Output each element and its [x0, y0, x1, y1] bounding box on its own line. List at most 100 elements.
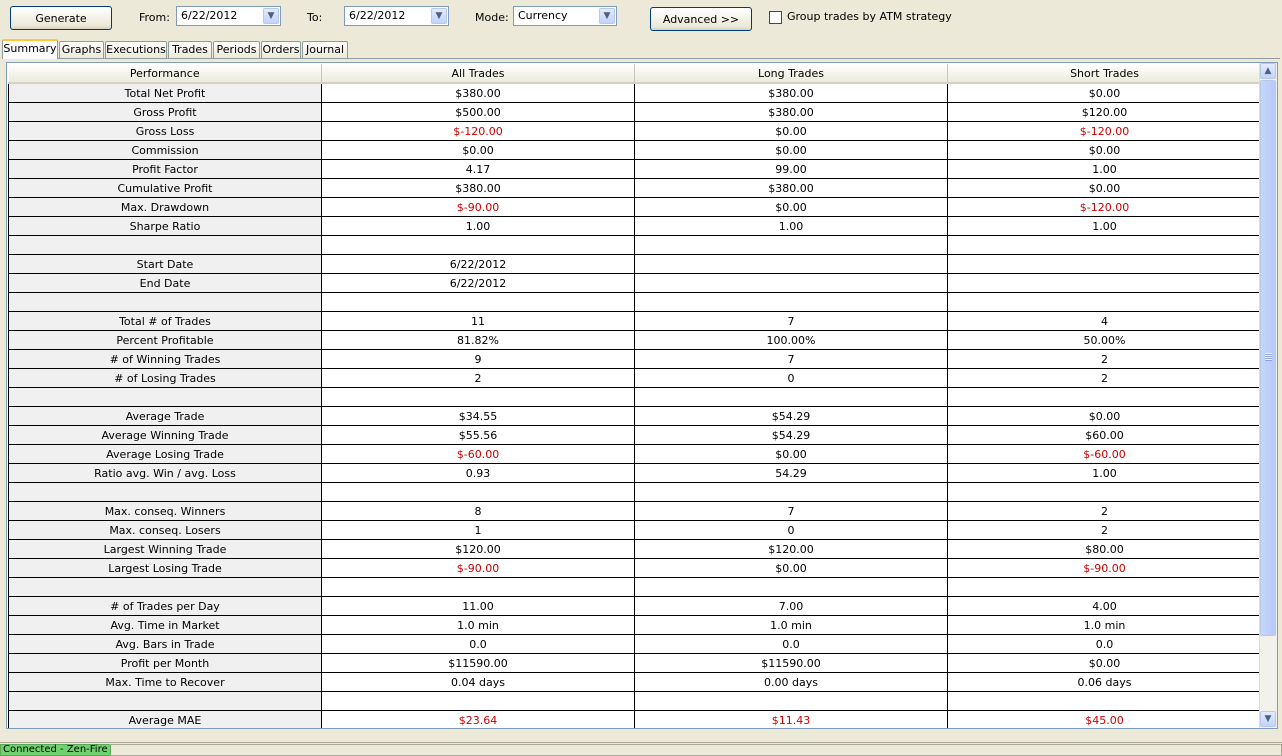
table-row[interactable]: [8, 691, 1262, 711]
mode-label: Mode:: [475, 11, 509, 24]
scroll-down-icon[interactable]: ▼: [1260, 711, 1276, 727]
table-cell: 1.0 min: [321, 615, 635, 635]
tab-graphs[interactable]: Graphs: [59, 41, 104, 58]
table-row[interactable]: Percent Profitable 81.82% 100.00% 50.00%: [8, 330, 1262, 350]
table-cell: [634, 577, 948, 597]
column-header-long-trades[interactable]: Long Trades: [634, 64, 948, 84]
table-row[interactable]: Ratio avg. Win / avg. Loss 0.93 54.29 1.00: [8, 463, 1262, 483]
row-label: Average Losing Trade: [8, 444, 322, 464]
table-cell: [321, 691, 635, 711]
scroll-up-icon[interactable]: ▲: [1260, 63, 1276, 79]
table-row[interactable]: Max. Drawdown $-90.00 $0.00 $-120.00: [8, 197, 1262, 217]
table-cell: [634, 273, 948, 293]
table-cell: 1: [321, 520, 635, 540]
mode-select[interactable]: Currency ▼: [513, 6, 617, 26]
mode-value: Currency: [518, 9, 568, 22]
table-cell: $0.00: [634, 444, 948, 464]
row-label: End Date: [8, 273, 322, 293]
table-row[interactable]: Commission $0.00 $0.00 $0.00: [8, 140, 1262, 160]
table-row[interactable]: Max. conseq. Winners 8 7 2: [8, 501, 1262, 521]
table-row[interactable]: [8, 577, 1262, 597]
table-row[interactable]: Largest Losing Trade $-90.00 $0.00 $-90.00: [8, 558, 1262, 578]
table-cell: $-60.00: [321, 444, 635, 464]
table-cell: 7: [634, 349, 948, 369]
table-cell: [321, 387, 635, 407]
chevron-down-icon[interactable]: ▼: [431, 8, 447, 24]
table-row[interactable]: Max. Time to Recover 0.04 days 0.00 days 0.…: [8, 672, 1262, 692]
row-label: Largest Losing Trade: [8, 558, 322, 578]
generate-button[interactable]: Generate: [10, 6, 112, 30]
tab-orders[interactable]: Orders: [261, 41, 301, 58]
table-row[interactable]: Profit per Month $11590.00 $11590.00 $0.00: [8, 653, 1262, 673]
table-row[interactable]: Start Date 6/22/2012: [8, 254, 1262, 274]
scrollbar-thumb[interactable]: [1260, 80, 1276, 636]
advanced-button[interactable]: Advanced >>: [650, 7, 752, 31]
tab-periods[interactable]: Periods: [213, 41, 260, 58]
table-row[interactable]: Sharpe Ratio 1.00 1.00 1.00: [8, 216, 1262, 236]
from-date-picker[interactable]: 6/22/2012 ▼: [176, 6, 281, 26]
table-row[interactable]: # of Losing Trades 2 0 2: [8, 368, 1262, 388]
table-cell: $54.29: [634, 406, 948, 426]
row-label: Gross Profit: [8, 102, 322, 122]
table-cell: $-90.00: [321, 558, 635, 578]
table-cell: [634, 254, 948, 274]
table-cell: [947, 577, 1262, 597]
vertical-scrollbar[interactable]: ▲ ▼: [1259, 63, 1277, 728]
table-cell: 2: [947, 520, 1262, 540]
chevron-down-icon[interactable]: ▼: [263, 8, 279, 24]
row-label: Average Trade: [8, 406, 322, 426]
table-row[interactable]: Total Net Profit $380.00 $380.00 $0.00: [8, 82, 1262, 103]
table-row[interactable]: [8, 235, 1262, 255]
to-date-picker[interactable]: 6/22/2012 ▼: [344, 6, 449, 26]
table-row[interactable]: [8, 292, 1262, 312]
grip-icon: [1265, 353, 1272, 361]
row-label: Avg. Time in Market: [8, 615, 322, 635]
table-cell: $23.64: [321, 710, 635, 728]
table-row[interactable]: Average Trade $34.55 $54.29 $0.00: [8, 406, 1262, 426]
group-by-atm-checkbox[interactable]: [769, 11, 782, 24]
table-row[interactable]: Average Losing Trade $-60.00 $0.00 $-60.00: [8, 444, 1262, 464]
from-date-value: 6/22/2012: [181, 9, 238, 22]
table-row[interactable]: Largest Winning Trade $120.00 $120.00 $80.0…: [8, 539, 1262, 559]
row-label: Profit per Month: [8, 653, 322, 673]
table-cell: $-120.00: [947, 121, 1262, 141]
table-row[interactable]: [8, 387, 1262, 407]
row-label: Max. conseq. Losers: [8, 520, 322, 540]
toolbar: Generate From: 6/22/2012 ▼ To: 6/22/2012…: [0, 0, 1282, 38]
column-header-short-trades[interactable]: Short Trades: [947, 64, 1262, 84]
table-row[interactable]: # of Winning Trades 9 7 2: [8, 349, 1262, 369]
table-cell: [321, 577, 635, 597]
table-cell: 2: [947, 501, 1262, 521]
column-header-all-trades[interactable]: All Trades: [321, 64, 635, 84]
table-row[interactable]: Avg. Bars in Trade 0.0 0.0 0.0: [8, 634, 1262, 654]
table-row[interactable]: Avg. Time in Market 1.0 min 1.0 min 1.0 min: [8, 615, 1262, 635]
table-row[interactable]: Average Winning Trade $55.56 $54.29 $60.00: [8, 425, 1262, 445]
tab-journal[interactable]: Journal: [302, 41, 348, 58]
table-row[interactable]: Max. conseq. Losers 1 0 2: [8, 520, 1262, 540]
tab-trades[interactable]: Trades: [168, 41, 212, 58]
table-header-row: Performance All Trades Long Trades Short…: [8, 64, 1262, 84]
table-row[interactable]: Gross Loss $-120.00 $0.00 $-120.00: [8, 121, 1262, 141]
table-cell: $120.00: [634, 539, 948, 559]
table-row[interactable]: Average MAE $23.64 $11.43 $45.00: [8, 710, 1262, 728]
table-cell: 1.00: [947, 463, 1262, 483]
chevron-down-icon[interactable]: ▼: [599, 8, 615, 24]
table-row[interactable]: Profit Factor 4.17 99.00 1.00: [8, 159, 1262, 179]
table-row[interactable]: [8, 482, 1262, 502]
table-cell: 0.06 days: [947, 672, 1262, 692]
table-row[interactable]: Total # of Trades 11 7 4: [8, 311, 1262, 331]
tab-executions[interactable]: Executions: [105, 41, 167, 58]
table-cell: 7.00: [634, 596, 948, 616]
table-row[interactable]: Gross Profit $500.00 $380.00 $120.00: [8, 102, 1262, 122]
table-cell: 0.04 days: [321, 672, 635, 692]
table-row[interactable]: End Date 6/22/2012: [8, 273, 1262, 293]
column-header-performance[interactable]: Performance: [8, 64, 322, 84]
table-cell: $-120.00: [947, 197, 1262, 217]
table-cell: $380.00: [321, 82, 635, 103]
table-row[interactable]: Cumulative Profit $380.00 $380.00 $0.00: [8, 178, 1262, 198]
table-row[interactable]: # of Trades per Day 11.00 7.00 4.00: [8, 596, 1262, 616]
tab-summary[interactable]: Summary: [2, 39, 58, 59]
row-label: # of Losing Trades: [8, 368, 322, 388]
table-cell: 0: [634, 520, 948, 540]
row-label: Start Date: [8, 254, 322, 274]
